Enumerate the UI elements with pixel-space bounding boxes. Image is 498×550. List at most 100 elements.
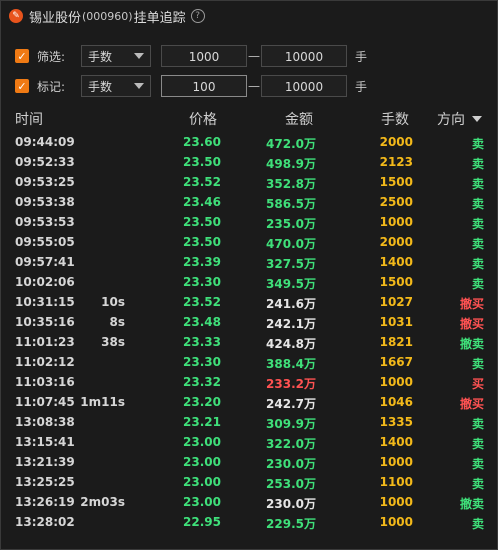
- table-row[interactable]: 13:08:38 23.21 309.9万 1335 卖: [1, 412, 497, 432]
- cell-amount: 233.2万: [266, 377, 316, 391]
- table-row[interactable]: 10:31:15 10s 23.52 241.6万 1027 撤买: [1, 292, 497, 312]
- cell-direction: 卖: [471, 217, 484, 231]
- app-logo-icon: ✎: [9, 9, 23, 23]
- cell-volume: 1400: [379, 435, 413, 449]
- cell-time: 09:52:33: [15, 155, 75, 169]
- cell-direction: 撤卖: [459, 497, 484, 511]
- mark-unit-label: 手: [355, 79, 368, 94]
- mark-unit-select[interactable]: 手数: [81, 75, 151, 97]
- cell-amount: 230.0万: [266, 457, 316, 471]
- order-tracking-window: ✎ 锡业股份 (000960) 挂单追踪 ? ✓ 筛选: 手数 1000 — 1…: [0, 0, 498, 550]
- cell-amount: 349.5万: [266, 277, 316, 291]
- cell-amount: 424.8万: [266, 337, 316, 351]
- cell-duration: 8s: [109, 315, 126, 329]
- table-row[interactable]: 09:55:05 23.50 470.0万 2000 卖: [1, 232, 497, 252]
- mark-max-input[interactable]: 10000: [261, 75, 347, 97]
- cell-amount: 253.0万: [266, 477, 316, 491]
- cell-price: 23.00: [183, 495, 221, 509]
- table-row[interactable]: 10:35:16 8s 23.48 242.1万 1031 撤买: [1, 312, 497, 332]
- table-row[interactable]: 09:53:38 23.46 586.5万 2500 卖: [1, 192, 497, 212]
- help-icon[interactable]: ?: [190, 9, 205, 23]
- cell-volume: 1500: [379, 275, 413, 289]
- cell-time: 13:26:19: [15, 495, 75, 509]
- cell-amount: 352.8万: [266, 177, 316, 191]
- cell-amount: 229.5万: [266, 517, 316, 531]
- header-volume[interactable]: 手数: [381, 109, 409, 129]
- mark-unit-value: 手数: [88, 79, 113, 94]
- table-row[interactable]: 11:02:12 23.30 388.4万 1667 卖: [1, 352, 497, 372]
- cell-direction: 卖: [471, 257, 484, 271]
- cell-direction: 卖: [471, 517, 484, 531]
- table-row[interactable]: 09:52:33 23.50 498.9万 2123 卖: [1, 152, 497, 172]
- table-row[interactable]: 09:57:41 23.39 327.5万 1400 卖: [1, 252, 497, 272]
- table-row[interactable]: 13:21:39 23.00 230.0万 1000 卖: [1, 452, 497, 472]
- cell-time: 11:03:16: [15, 375, 75, 389]
- table-row[interactable]: 11:01:23 38s 23.33 424.8万 1821 撤卖: [1, 332, 497, 352]
- table-row[interactable]: 10:02:06 23.30 349.5万 1500 卖: [1, 272, 497, 292]
- cell-price: 23.30: [183, 355, 221, 369]
- stock-code: (000960): [82, 9, 133, 23]
- table-row[interactable]: 11:07:45 1m11s 23.20 242.7万 1046 撤买: [1, 392, 497, 412]
- cell-direction: 卖: [471, 457, 484, 471]
- cell-duration: 1m11s: [80, 395, 125, 409]
- filter-min-input[interactable]: 1000: [161, 45, 247, 67]
- table-row[interactable]: 13:28:02 22.95 229.5万 1000 卖: [1, 512, 497, 532]
- filter-unit-label: 手: [355, 49, 368, 64]
- table-row[interactable]: 09:53:53 23.50 235.0万 1000 卖: [1, 212, 497, 232]
- cell-time: 09:55:05: [15, 235, 75, 249]
- table-row[interactable]: 13:15:41 23.00 322.0万 1400 卖: [1, 432, 497, 452]
- table-header: 时间 价格 金额 手数 方向: [1, 107, 497, 129]
- cell-price: 23.20: [183, 395, 221, 409]
- table-row[interactable]: 11:03:16 23.32 233.2万 1000 买: [1, 372, 497, 392]
- cell-direction: 卖: [471, 237, 484, 251]
- table-row[interactable]: 09:44:09 23.60 472.0万 2000 卖: [1, 132, 497, 152]
- chevron-down-icon: [134, 83, 144, 89]
- cell-price: 23.21: [183, 415, 221, 429]
- cell-volume: 2123: [379, 155, 413, 169]
- order-list: 09:44:09 23.60 472.0万 2000 卖 09:52:33 23.50 498…: [1, 132, 497, 532]
- cell-amount: 388.4万: [266, 357, 316, 371]
- cell-direction: 撤买: [459, 317, 484, 331]
- cell-amount: 470.0万: [266, 237, 316, 251]
- range-dash: —: [248, 79, 260, 93]
- cell-amount: 322.0万: [266, 437, 316, 451]
- table-row[interactable]: 13:26:19 2m03s 23.00 230.0万 1000 撤卖: [1, 492, 497, 512]
- cell-volume: 1500: [379, 175, 413, 189]
- cell-price: 23.60: [183, 135, 221, 149]
- mark-checkbox[interactable]: ✓: [15, 79, 29, 93]
- mark-min-input[interactable]: 100: [161, 75, 247, 97]
- cell-time: 10:35:16: [15, 315, 75, 329]
- table-row[interactable]: 09:53:25 23.52 352.8万 1500 卖: [1, 172, 497, 192]
- chevron-down-icon: [134, 53, 144, 59]
- cell-amount: 242.1万: [266, 317, 316, 331]
- cell-duration: 10s: [101, 295, 125, 309]
- title-bar: ✎ 锡业股份 (000960) 挂单追踪 ?: [1, 1, 497, 31]
- header-amount[interactable]: 金额: [285, 109, 313, 129]
- cell-time: 09:44:09: [15, 135, 75, 149]
- cell-time: 09:53:53: [15, 215, 75, 229]
- cell-duration: 38s: [101, 335, 125, 349]
- cell-direction: 卖: [471, 157, 484, 171]
- cell-direction: 撤卖: [459, 337, 484, 351]
- cell-direction: 卖: [471, 417, 484, 431]
- cell-volume: 1821: [379, 335, 413, 349]
- direction-dropdown-icon[interactable]: [472, 116, 482, 122]
- stock-name: 锡业股份: [29, 10, 82, 26]
- table-row[interactable]: 13:25:25 23.00 253.0万 1100 卖: [1, 472, 497, 492]
- header-price[interactable]: 价格: [189, 109, 217, 129]
- filter-max-input[interactable]: 10000: [261, 45, 347, 67]
- cell-price: 23.00: [183, 435, 221, 449]
- header-direction[interactable]: 方向: [437, 109, 465, 129]
- cell-volume: 1000: [379, 215, 413, 229]
- filter-checkbox[interactable]: ✓: [15, 49, 29, 63]
- filter-unit-select[interactable]: 手数: [81, 45, 151, 67]
- filter-row: ✓ 筛选: 手数 1000 — 10000 手: [15, 44, 367, 68]
- mark-row: ✓ 标记: 手数 100 — 10000 手: [15, 74, 367, 98]
- cell-direction: 卖: [471, 137, 484, 151]
- cell-time: 09:53:25: [15, 175, 75, 189]
- cell-direction: 卖: [471, 437, 484, 451]
- cell-volume: 1000: [379, 515, 413, 529]
- cell-time: 11:02:12: [15, 355, 75, 369]
- cell-price: 23.50: [183, 215, 221, 229]
- header-time[interactable]: 时间: [15, 109, 43, 129]
